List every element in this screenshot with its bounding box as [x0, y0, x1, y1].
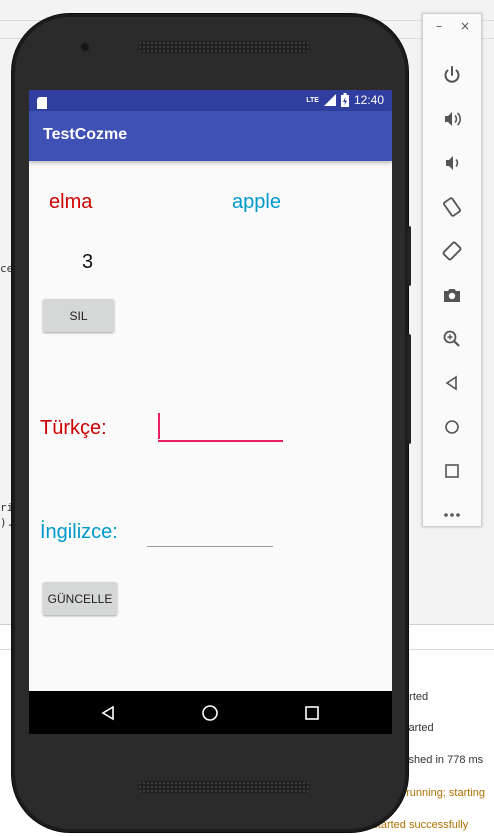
status-time: 12:40	[353, 93, 384, 107]
volume-up-button[interactable]	[437, 104, 467, 134]
app-bar: TestCozme	[29, 111, 392, 161]
rotate-right-icon	[442, 241, 462, 261]
turkish-label: Türkçe:	[40, 417, 107, 439]
turkish-word: elma	[49, 191, 93, 213]
top-speaker	[138, 41, 310, 53]
app-title: TestCozme	[43, 126, 128, 143]
power-icon	[444, 66, 460, 83]
toolbar-window-controls: – ×	[423, 19, 481, 37]
status-bar: LTE 12:40	[29, 90, 392, 111]
log-line: t running; starting	[400, 787, 485, 799]
main-content: elma apple 3 SIL Türkçe: İngilizce: GÜNC…	[29, 161, 392, 691]
log-line: nished in 778 ms	[400, 754, 484, 766]
turkish-input[interactable]	[158, 410, 283, 442]
network-type: LTE	[306, 96, 319, 104]
signal-icon	[323, 94, 336, 106]
delete-button[interactable]: SIL	[43, 299, 114, 332]
rotate-left-button[interactable]	[437, 192, 467, 222]
volume-up-icon	[445, 112, 462, 126]
overview-icon	[305, 705, 319, 720]
close-button[interactable]: ×	[460, 19, 470, 33]
more-icon	[444, 513, 460, 517]
minimize-button[interactable]: –	[436, 19, 442, 33]
nav-home-button[interactable]	[190, 691, 230, 734]
volume-side-button	[407, 334, 411, 444]
text-cursor	[158, 413, 160, 439]
nav-back-button[interactable]	[88, 691, 128, 734]
update-button[interactable]: GÜNCELLE	[43, 582, 117, 615]
overview-button[interactable]	[437, 456, 467, 486]
emulator-toolbar: – ×	[422, 13, 482, 527]
overview-icon	[445, 464, 459, 478]
bottom-speaker	[138, 781, 310, 793]
screenshot-button[interactable]	[437, 280, 467, 310]
camera-icon	[444, 289, 460, 302]
volume-down-button[interactable]	[437, 148, 467, 178]
power-side-button	[407, 226, 411, 286]
back-icon	[445, 375, 457, 391]
english-label: İngilizce:	[40, 521, 118, 543]
more-button[interactable]	[437, 500, 467, 530]
status-icons: LTE 12:40	[306, 93, 384, 107]
home-icon	[445, 420, 459, 434]
rotate-left-icon	[443, 197, 461, 217]
back-button[interactable]	[437, 368, 467, 398]
power-button[interactable]	[437, 60, 467, 90]
battery-icon	[340, 93, 349, 107]
navigation-bar	[29, 691, 392, 734]
home-icon	[202, 704, 218, 721]
nav-overview-button[interactable]	[292, 691, 332, 734]
home-button[interactable]	[437, 412, 467, 442]
phone-frame: LTE 12:40 TestCozme elma apple 3 SIL Tür…	[12, 14, 411, 832]
english-input[interactable]	[147, 519, 273, 547]
word-count: 3	[82, 251, 94, 273]
front-camera	[80, 42, 90, 52]
back-icon	[101, 705, 114, 720]
rotate-right-button[interactable]	[437, 236, 467, 266]
volume-down-icon	[446, 156, 459, 170]
zoom-button[interactable]	[437, 324, 467, 354]
zoom-icon	[443, 330, 460, 347]
phone-screen: LTE 12:40 TestCozme elma apple 3 SIL Tür…	[29, 90, 392, 734]
english-word: apple	[232, 191, 281, 213]
